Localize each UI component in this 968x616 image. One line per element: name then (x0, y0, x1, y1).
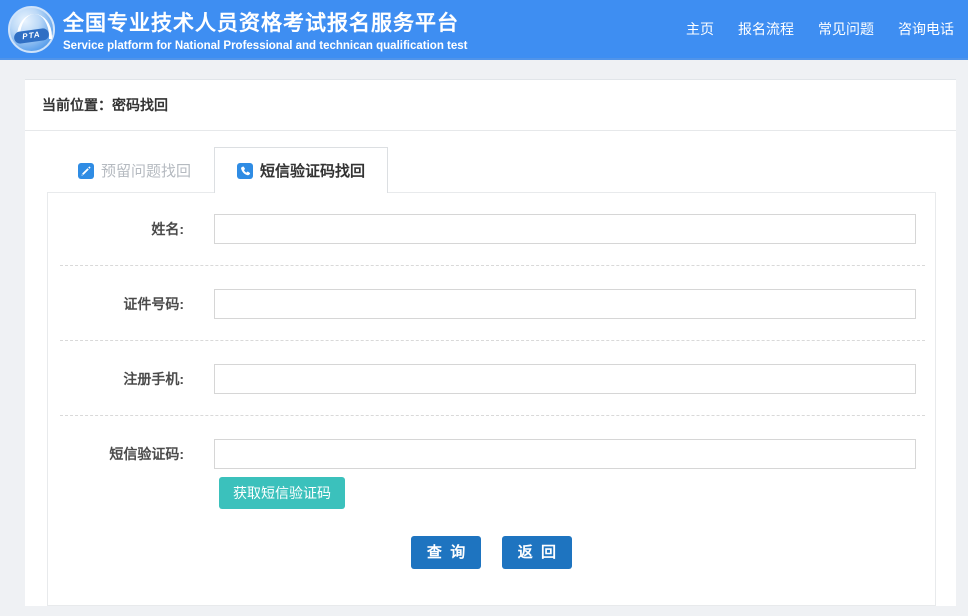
main-container: 当前位置：密码找回 预留问题找回 短信验证码找回 姓名: 证件号码: (25, 79, 956, 606)
get-sms-code-button[interactable]: 获取短信验证码 (219, 477, 345, 509)
tab-question-recovery[interactable]: 预留问题找回 (55, 147, 214, 193)
top-nav: 主页 报名流程 常见问题 咨询电话 (686, 19, 954, 39)
pta-logo: PTA (8, 6, 55, 53)
breadcrumb: 当前位置：密码找回 (25, 79, 956, 131)
back-button[interactable]: 返 回 (502, 536, 572, 569)
mobile-input[interactable] (214, 364, 916, 394)
site-title: 全国专业技术人员资格考试报名服务平台 (63, 7, 468, 37)
form-row-sms-code: 短信验证码: (48, 439, 935, 469)
tab-question-recovery-label: 预留问题找回 (101, 160, 191, 181)
sms-code-input[interactable] (214, 439, 916, 469)
get-code-row: 获取短信验证码 (219, 477, 935, 509)
form-row-id-number: 证件号码: (48, 289, 935, 319)
form-row-mobile: 注册手机: (48, 364, 935, 394)
tabs: 预留问题找回 短信验证码找回 (55, 147, 956, 192)
pencil-icon (78, 163, 94, 179)
query-button[interactable]: 查 询 (411, 536, 481, 569)
form-row-name: 姓名: (48, 214, 935, 244)
name-input[interactable] (214, 214, 916, 244)
nav-phone-link[interactable]: 咨询电话 (898, 19, 954, 39)
sms-recovery-panel: 姓名: 证件号码: 注册手机: 短信验证码: 获取短信验证码 查 询 返 回 (47, 192, 936, 606)
row-divider (60, 265, 925, 266)
site-title-block: 全国专业技术人员资格考试报名服务平台 Service platform for … (63, 7, 468, 52)
name-label: 姓名: (48, 219, 214, 239)
id-number-input[interactable] (214, 289, 916, 319)
id-number-label: 证件号码: (48, 294, 214, 314)
nav-faq-link[interactable]: 常见问题 (818, 19, 874, 39)
form-actions: 查 询 返 回 (48, 536, 935, 569)
row-divider (60, 415, 925, 416)
header: PTA 全国专业技术人员资格考试报名服务平台 Service platform … (0, 0, 968, 60)
mobile-label: 注册手机: (48, 369, 214, 389)
sms-code-label: 短信验证码: (48, 444, 214, 464)
nav-registration-process-link[interactable]: 报名流程 (738, 19, 794, 39)
tab-sms-recovery[interactable]: 短信验证码找回 (214, 147, 388, 193)
pta-logo-text: PTA (13, 27, 49, 44)
row-divider (60, 340, 925, 341)
site-subtitle: Service platform for National Profession… (63, 40, 468, 52)
tab-sms-recovery-label: 短信验证码找回 (260, 160, 365, 181)
phone-icon (237, 163, 253, 179)
nav-home-link[interactable]: 主页 (686, 19, 714, 39)
